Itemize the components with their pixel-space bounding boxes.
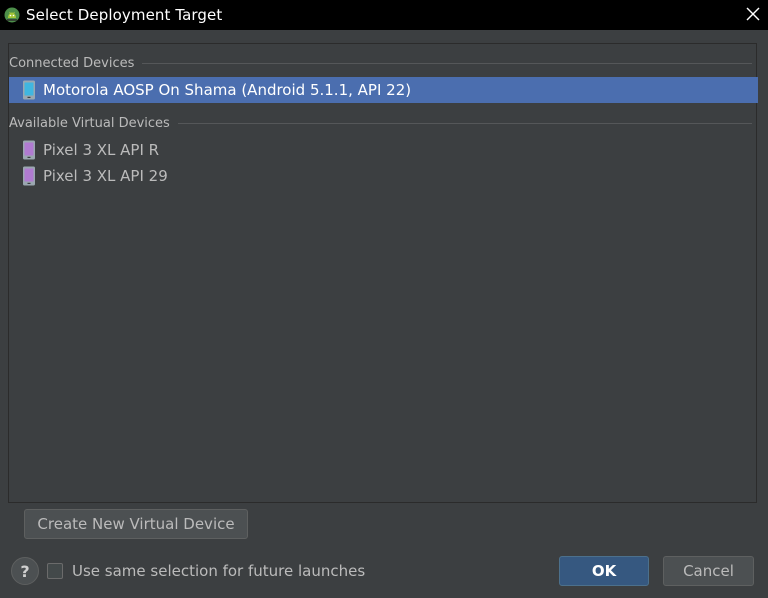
same-selection-option[interactable]: Use same selection for future launches: [47, 562, 365, 580]
device-label: Pixel 3 XL API 29: [43, 167, 168, 185]
android-studio-icon: [4, 7, 20, 23]
group-header-connected-devices: Connected Devices: [9, 53, 756, 73]
help-button[interactable]: ?: [11, 557, 39, 585]
device-list[interactable]: Connected Devices Motorola AOSP On Shama…: [8, 43, 758, 503]
group-divider: [177, 122, 752, 124]
device-label: Pixel 3 XL API R: [43, 141, 160, 159]
cancel-button[interactable]: Cancel: [663, 556, 754, 586]
physical-phone-icon: [22, 80, 36, 100]
group-header-available-virtual-devices: Available Virtual Devices: [9, 113, 756, 133]
window-title: Select Deployment Target: [26, 6, 223, 24]
ok-button[interactable]: OK: [559, 556, 649, 586]
device-row-motorola-aosp[interactable]: Motorola AOSP On Shama (Android 5.1.1, A…: [9, 77, 758, 103]
help-icon: ?: [20, 561, 30, 581]
virtual-phone-icon: [22, 140, 36, 160]
close-icon: [746, 6, 760, 25]
select-deployment-target-dialog: Select Deployment Target Connected Devic…: [0, 0, 768, 598]
same-selection-label: Use same selection for future launches: [72, 562, 366, 580]
device-label: Motorola AOSP On Shama (Android 5.1.1, A…: [43, 81, 412, 99]
same-selection-checkbox[interactable]: [47, 563, 63, 579]
create-new-virtual-device-button[interactable]: Create New Virtual Device: [24, 509, 248, 539]
title-bar: Select Deployment Target: [0, 0, 768, 30]
group-label: Available Virtual Devices: [9, 115, 170, 131]
close-button[interactable]: [738, 0, 768, 30]
device-row-pixel-3-xl-api-r[interactable]: Pixel 3 XL API R: [9, 137, 758, 163]
group-divider: [142, 62, 752, 64]
device-row-pixel-3-xl-api-29[interactable]: Pixel 3 XL API 29: [9, 163, 758, 189]
group-label: Connected Devices: [9, 55, 135, 71]
virtual-phone-icon: [22, 166, 36, 186]
